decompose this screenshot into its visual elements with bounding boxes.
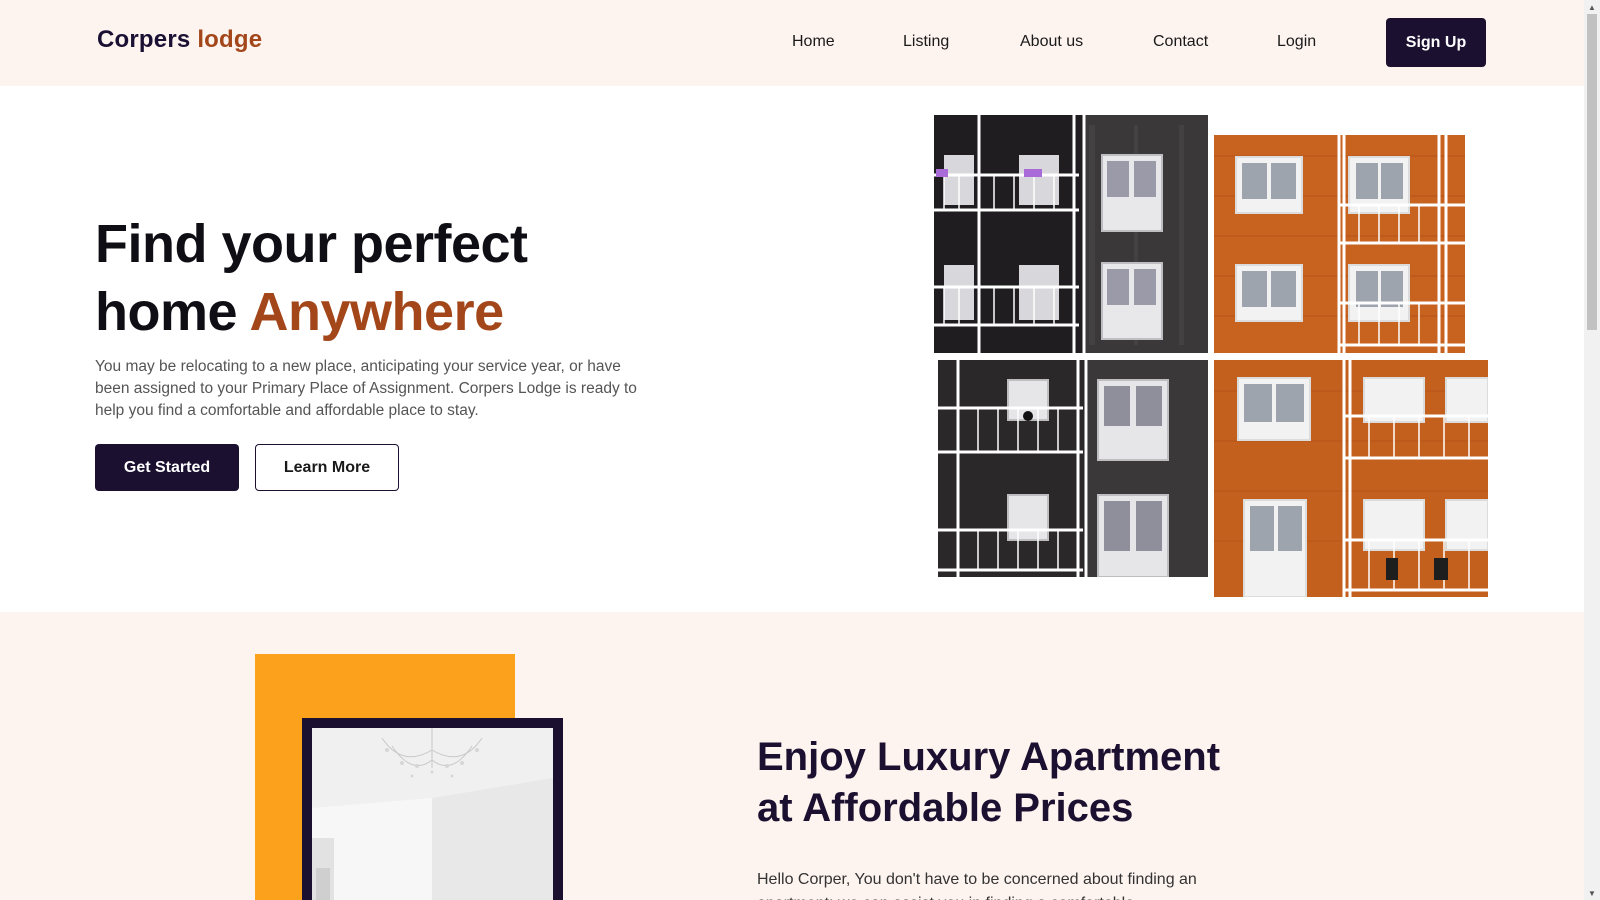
get-started-button[interactable]: Get Started bbox=[95, 444, 239, 491]
hero-photo-dark-building-bottom bbox=[938, 360, 1208, 577]
hero-photo-dark-building-top bbox=[934, 115, 1208, 353]
learn-more-button[interactable]: Learn More bbox=[255, 444, 399, 491]
hero-photo-orange-building-top bbox=[1214, 135, 1465, 353]
nav-contact[interactable]: Contact bbox=[1153, 33, 1208, 51]
hero-heading: Find your perfect home Anywhere bbox=[95, 210, 528, 346]
hero-description: You may be relocating to a new place, an… bbox=[95, 358, 637, 419]
scroll-up-arrow-icon[interactable]: ▲ bbox=[1584, 0, 1600, 14]
nav-listing[interactable]: Listing bbox=[903, 33, 949, 51]
hero-heading-line2: home Anywhere bbox=[95, 278, 528, 346]
site-header: Corpers lodge Home Listing About us Cont… bbox=[0, 0, 1584, 86]
nav-about-us[interactable]: About us bbox=[1020, 33, 1083, 51]
sign-up-button[interactable]: Sign Up bbox=[1386, 18, 1486, 67]
luxury-heading-line1: Enjoy Luxury Apartment bbox=[757, 735, 1221, 779]
apartment-interior-photo bbox=[312, 728, 553, 900]
nav-home[interactable]: Home bbox=[792, 33, 835, 51]
hero-photo-orange-building-bottom bbox=[1214, 360, 1488, 597]
brand-name-primary: Corpers bbox=[97, 26, 191, 53]
scroll-down-arrow-icon[interactable]: ▼ bbox=[1584, 886, 1600, 900]
hero-heading-line1: Find your perfect bbox=[95, 214, 528, 274]
hero-heading-accent: Anywhere bbox=[249, 282, 505, 342]
brand-logo[interactable]: Corpers lodge bbox=[97, 26, 262, 54]
nav-login[interactable]: Login bbox=[1277, 33, 1316, 51]
luxury-heading-line2: at Affordable Prices bbox=[757, 786, 1134, 830]
luxury-section-heading: Enjoy Luxury Apartment at Affordable Pri… bbox=[757, 732, 1220, 834]
brand-name-accent: lodge bbox=[197, 26, 263, 53]
apartment-photo-frame bbox=[302, 718, 563, 900]
scrollbar-thumb[interactable] bbox=[1587, 14, 1597, 330]
hero-heading-home: home bbox=[95, 282, 238, 342]
luxury-section-text: Hello Corper, You don't have to be conce… bbox=[757, 871, 1197, 900]
